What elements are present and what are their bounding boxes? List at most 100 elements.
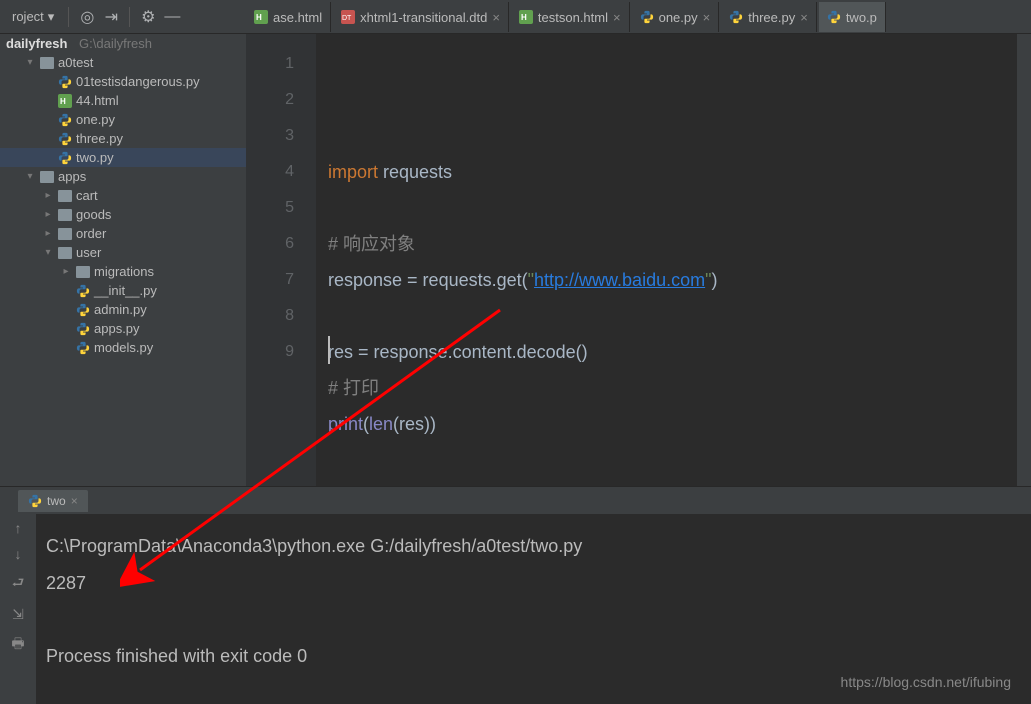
folder-icon [58, 209, 72, 221]
tree-label: migrations [94, 264, 154, 279]
separator [129, 7, 130, 27]
python-icon [76, 303, 90, 317]
folder-icon [40, 171, 54, 183]
close-icon[interactable]: × [703, 10, 711, 25]
separator [68, 7, 69, 27]
close-icon[interactable]: × [800, 10, 808, 25]
python-icon [58, 75, 72, 89]
line-number: 3 [246, 118, 294, 154]
tree-item[interactable]: __init__.py [0, 281, 246, 300]
tree-item[interactable]: H 44.html [0, 91, 246, 110]
tree-item[interactable]: models.py [0, 338, 246, 357]
tree-label: __init__.py [94, 283, 157, 298]
code-token: res = response.content.decode() [328, 342, 588, 362]
code-token: ) [712, 270, 718, 290]
scroll-icon[interactable]: ⇲ [12, 606, 24, 623]
html-icon: H [58, 94, 72, 108]
tree-label: user [76, 245, 101, 260]
line-number: 9 [246, 334, 294, 370]
tab-label: two.p [846, 10, 877, 25]
expand-arrow[interactable]: ▾ [24, 57, 36, 68]
python-icon [58, 151, 72, 165]
tree-item[interactable]: ▾apps [0, 167, 246, 186]
watermark: https://blog.csdn.net/ifubing [841, 674, 1011, 690]
target-icon[interactable]: ◎ [77, 7, 97, 27]
python-icon [76, 284, 90, 298]
expand-arrow[interactable]: ▸ [42, 190, 54, 201]
editor-tab[interactable]: one.py× [632, 2, 720, 32]
svg-text:DT: DT [342, 15, 352, 22]
expand-arrow[interactable]: ▸ [42, 228, 54, 239]
tree-label: 44.html [76, 93, 119, 108]
python-icon [58, 113, 72, 127]
code-editor[interactable]: 123456789 import requests # 响应对象 respons… [246, 34, 1031, 486]
code-token: (res)) [393, 414, 436, 434]
folder-icon [76, 266, 90, 278]
tree-item[interactable]: ▸cart [0, 186, 246, 205]
gear-icon[interactable]: ⚙ [138, 7, 158, 27]
folder-icon [58, 247, 72, 259]
editor-tab[interactable]: two.p [819, 2, 886, 32]
editor-tab[interactable]: DTxhtml1-transitional.dtd× [333, 2, 509, 32]
rerun-down-icon[interactable]: ↓ [15, 546, 22, 562]
editor-tab[interactable]: three.py× [721, 2, 817, 32]
hide-icon[interactable]: — [162, 7, 182, 27]
scrollbar-track[interactable] [1017, 34, 1031, 486]
console-line: 2287 [46, 573, 86, 593]
tree-item[interactable]: ▸goods [0, 205, 246, 224]
line-number: 5 [246, 190, 294, 226]
line-number: 4 [246, 154, 294, 190]
chevron-down-icon: ▾ [48, 9, 55, 25]
file-icon [729, 10, 743, 24]
code-token: response = requests.get( [328, 270, 528, 290]
console-line: C:\ProgramData\Anaconda3\python.exe G:/d… [46, 536, 582, 556]
tree-label: admin.py [94, 302, 147, 317]
svg-text:H: H [521, 13, 527, 22]
print-icon[interactable]: 🖶 [11, 633, 24, 657]
tree-item[interactable]: ▸ order [0, 224, 246, 243]
file-icon: H [254, 10, 268, 24]
editor-tab[interactable]: Htestson.html× [511, 2, 630, 32]
tree-label: order [76, 226, 106, 241]
tree-item[interactable]: ▾ user [0, 243, 246, 262]
run-gutter: ↑ ↓ ⮐ ⇲ 🖶 [0, 514, 36, 704]
line-number: 2 [246, 82, 294, 118]
run-tab[interactable]: two × [18, 490, 88, 512]
close-icon[interactable]: × [71, 494, 78, 508]
code-area[interactable]: import requests # 响应对象 response = reques… [316, 34, 1031, 486]
project-dropdown[interactable]: roject ▾ [6, 5, 60, 29]
project-name: dailyfresh [6, 36, 67, 51]
code-builtin: print [328, 414, 363, 434]
tree-label: one.py [76, 112, 115, 127]
rerun-up-icon[interactable]: ↑ [15, 520, 22, 536]
tree-label: apps.py [94, 321, 140, 336]
project-label: roject [12, 9, 44, 24]
tree-item[interactable]: ▾a0test [0, 53, 246, 72]
expand-arrow[interactable]: ▾ [42, 247, 54, 258]
tree-item[interactable]: ▸ migrations [0, 262, 246, 281]
tree-label: models.py [94, 340, 153, 355]
editor-tab[interactable]: Hase.html [246, 2, 331, 32]
tree-label: two.py [76, 150, 114, 165]
tree-item[interactable]: admin.py [0, 300, 246, 319]
expand-arrow[interactable]: ▸ [42, 209, 54, 220]
wrap-icon[interactable]: ⮐ [12, 572, 25, 596]
tree-root[interactable]: dailyfresh G:\dailyfresh [0, 34, 246, 53]
tree-item[interactable]: 01testisdangerous.py [0, 72, 246, 91]
collapse-icon[interactable]: ⇥ [101, 7, 121, 27]
close-icon[interactable]: × [613, 10, 621, 25]
tree-item[interactable]: two.py [0, 148, 246, 167]
tree-item[interactable]: three.py [0, 129, 246, 148]
expand-arrow[interactable]: ▸ [60, 266, 72, 277]
close-icon[interactable]: × [492, 10, 500, 25]
code-url: http://www.baidu.com [534, 270, 705, 290]
code-token: requests [378, 162, 452, 182]
editor-tabs: Hase.htmlDTxhtml1-transitional.dtd×Htest… [246, 0, 886, 34]
main-row: dailyfresh G:\dailyfresh ▾a0test01testis… [0, 34, 1031, 486]
expand-arrow[interactable]: ▾ [24, 171, 36, 182]
python-icon [76, 341, 90, 355]
project-path: G:\dailyfresh [79, 36, 152, 51]
tree-item[interactable]: apps.py [0, 319, 246, 338]
line-number: 6 [246, 226, 294, 262]
tree-item[interactable]: one.py [0, 110, 246, 129]
